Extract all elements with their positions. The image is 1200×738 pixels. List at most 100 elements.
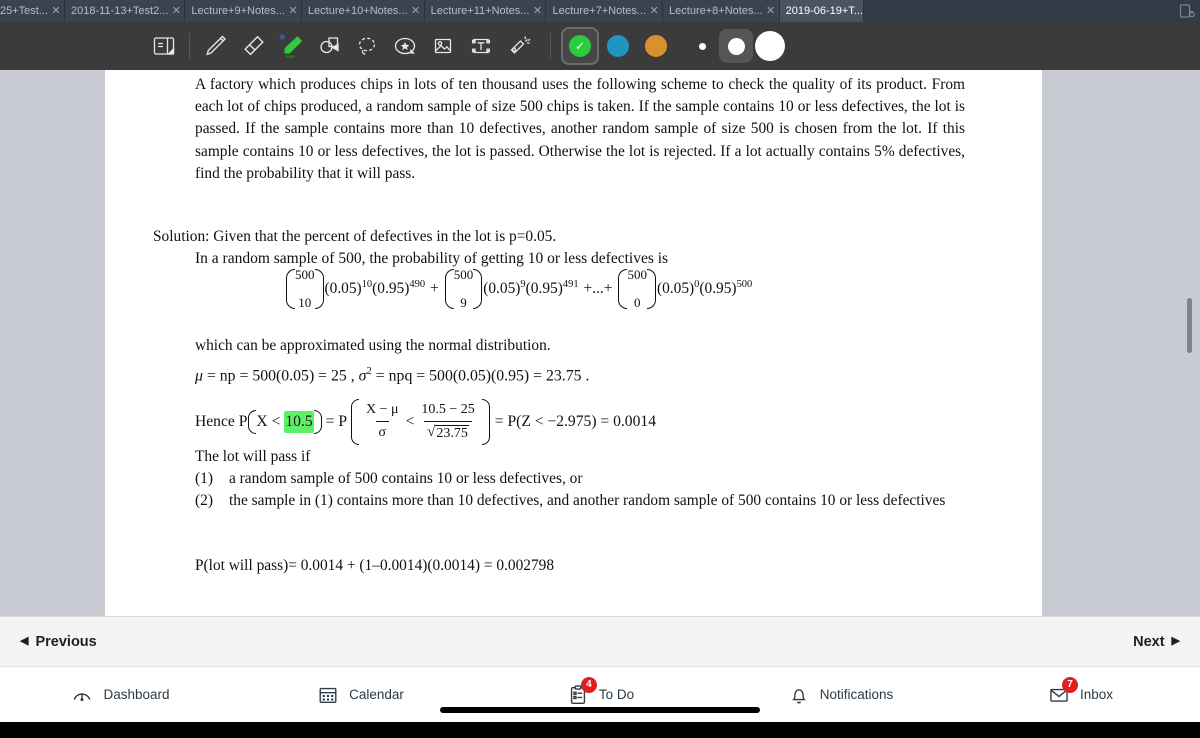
vertical-scrollbar[interactable] xyxy=(1187,70,1196,616)
tab-title: Lecture+9+Notes... xyxy=(191,5,285,17)
stroke-width-small[interactable] xyxy=(685,29,719,63)
close-icon[interactable]: ✕ xyxy=(763,0,779,22)
radical-symbol: √ xyxy=(427,424,436,441)
p-exp: 10 xyxy=(361,279,373,291)
tab-title: Lecture+11+Notes... xyxy=(430,5,530,17)
swatch-fill xyxy=(607,35,629,57)
binom-k: 10 xyxy=(298,294,312,310)
bottom-tab-dock: Dashboard Calendar 4 To Do Notifications… xyxy=(0,667,1200,722)
lot-pass-heading: The lot will pass if xyxy=(195,448,311,465)
list-item-text: a random sample of 500 contains 10 or le… xyxy=(229,470,583,487)
browser-tab[interactable]: Lecture+8+Notes... ✕ xyxy=(663,0,780,22)
text-box-icon[interactable] xyxy=(462,27,500,65)
color-swatch-orange[interactable] xyxy=(637,27,675,65)
close-icon[interactable]: ✕ xyxy=(168,0,184,22)
dock-item-calendar[interactable]: Calendar xyxy=(240,683,480,707)
toolbar-separator xyxy=(189,33,190,59)
color-swatch-blue[interactable] xyxy=(599,27,637,65)
eraser-icon[interactable] xyxy=(234,27,272,65)
browser-tab[interactable]: Lecture+7+Notes... ✕ xyxy=(546,0,664,22)
list-item: (1) a random sample of 500 contains 10 o… xyxy=(195,468,1009,490)
stroke-width-large[interactable] xyxy=(753,29,787,63)
dock-item-notifications[interactable]: Notifications xyxy=(720,683,960,707)
tab-title: 2019-06-19+T... xyxy=(785,5,863,17)
toolbar-left-group: ⚹ xyxy=(145,27,561,65)
shapes-icon[interactable] xyxy=(310,27,348,65)
previous-label: Previous xyxy=(35,633,97,650)
annotation-toolbar: ⚹ ✓ xyxy=(0,22,1200,70)
sticker-star-icon[interactable] xyxy=(386,27,424,65)
page-panel-icon[interactable] xyxy=(145,27,183,65)
pen-icon[interactable] xyxy=(196,27,234,65)
home-indicator xyxy=(440,707,760,713)
app-window: 25+Test... ✕ 2018-11-13+Test2... ✕ Lectu… xyxy=(0,0,1200,738)
q-base: (0.95) xyxy=(525,280,563,298)
document-page: A factory which produces chips in lots o… xyxy=(105,70,1042,616)
next-button[interactable]: Next ▶ xyxy=(1133,634,1180,650)
chevron-right-icon: ▶ xyxy=(1171,635,1180,647)
left-fraction: X − μ σ xyxy=(363,400,402,444)
z-score-group: X − μ σ < 10.5 − 25 √ 23.75 xyxy=(351,399,490,445)
binom-n: 500 xyxy=(453,267,474,282)
q-exp: 500 xyxy=(736,279,753,291)
mu-expression: = np = 500(0.05) = 25 , xyxy=(202,367,359,385)
close-icon[interactable]: ✕ xyxy=(48,0,64,22)
page-content: A factory which produces chips in lots o… xyxy=(105,70,1042,616)
x-less-than-group: X < 10.5 xyxy=(248,409,322,435)
close-icon[interactable]: ✕ xyxy=(408,0,424,22)
calendar-icon xyxy=(316,683,340,707)
browser-tab-bar: 25+Test... ✕ 2018-11-13+Test2... ✕ Lectu… xyxy=(0,0,1200,22)
mu-symbol: μ xyxy=(195,367,203,385)
scrollbar-thumb[interactable] xyxy=(1187,298,1192,353)
right-fraction: 10.5 − 25 √ 23.75 xyxy=(418,400,477,444)
term1-powers: (0.05)10(0.95)490 xyxy=(325,277,426,301)
x-lt-label: X < xyxy=(256,412,281,430)
right-denominator: √ 23.75 xyxy=(424,421,472,443)
bell-icon xyxy=(787,683,811,707)
browser-tab[interactable]: Lecture+10+Notes... ✕ xyxy=(301,0,425,22)
right-numerator: 10.5 − 25 xyxy=(421,402,475,417)
term2-powers: (0.05)9(0.95)491 xyxy=(483,277,578,301)
left-denominator: σ xyxy=(375,421,390,443)
document-viewport[interactable]: A factory which produces chips in lots o… xyxy=(0,70,1200,616)
tab-title: Lecture+7+Notes... xyxy=(552,5,647,17)
browser-tab[interactable]: Lecture+11+Notes... ✕ xyxy=(424,0,547,22)
highlighter-icon[interactable]: ⚹ xyxy=(272,27,310,65)
envelope-icon: 7 xyxy=(1047,676,1078,707)
binom-k: 0 xyxy=(633,294,641,310)
left-numerator: X − μ xyxy=(366,402,399,417)
dock-item-dashboard[interactable]: Dashboard xyxy=(0,683,240,707)
dock-item-inbox[interactable]: 7 Inbox xyxy=(960,676,1200,707)
close-icon[interactable]: ✕ xyxy=(285,0,301,22)
tab-title: Lecture+8+Notes... xyxy=(669,5,763,17)
q-base: (0.95) xyxy=(699,280,737,298)
list-item-number: (2) xyxy=(195,492,213,510)
close-icon[interactable]: ✕ xyxy=(646,0,662,22)
dock-item-todo[interactable]: 4 To Do xyxy=(480,676,720,707)
color-swatch-green[interactable]: ✓ xyxy=(561,27,599,65)
stroke-width-medium[interactable] xyxy=(719,29,753,63)
stroke-width-picker xyxy=(685,29,787,63)
screen-bottom-bezel xyxy=(0,722,1200,738)
browser-tab[interactable]: 2018-11-13+Test2... ✕ xyxy=(65,0,186,22)
close-icon[interactable]: ✕ xyxy=(529,0,545,22)
swatch-fill xyxy=(645,35,667,57)
p-base: (0.05) xyxy=(656,280,695,298)
problem-statement: A factory which produces chips in lots o… xyxy=(195,76,965,182)
binomial-coefficient-term1: 500 10 xyxy=(286,267,324,310)
laser-pointer-icon[interactable] xyxy=(500,27,538,65)
bluetooth-icon: ⚹ xyxy=(279,31,286,43)
previous-button[interactable]: ◀ Previous xyxy=(20,634,97,650)
binomial-coefficient-term3: 500 0 xyxy=(618,267,656,310)
color-palette: ✓ xyxy=(561,27,675,65)
less-than-symbol: < xyxy=(405,412,415,430)
browser-tab[interactable]: 25+Test... ✕ xyxy=(0,0,66,22)
image-icon[interactable] xyxy=(424,27,462,65)
new-tab-icon[interactable] xyxy=(1178,2,1196,20)
browser-tab-active[interactable]: 2019-06-19+T... xyxy=(779,0,864,22)
lot-pass-conditions: (1) a random sample of 500 contains 10 o… xyxy=(195,468,1009,512)
mean-variance-line: μ = np = 500(0.05) = 25 , σ2 = npq = 500… xyxy=(195,364,589,387)
p-base: (0.05) xyxy=(324,280,362,298)
lasso-icon[interactable] xyxy=(348,27,386,65)
browser-tab[interactable]: Lecture+9+Notes... ✕ xyxy=(185,0,302,22)
